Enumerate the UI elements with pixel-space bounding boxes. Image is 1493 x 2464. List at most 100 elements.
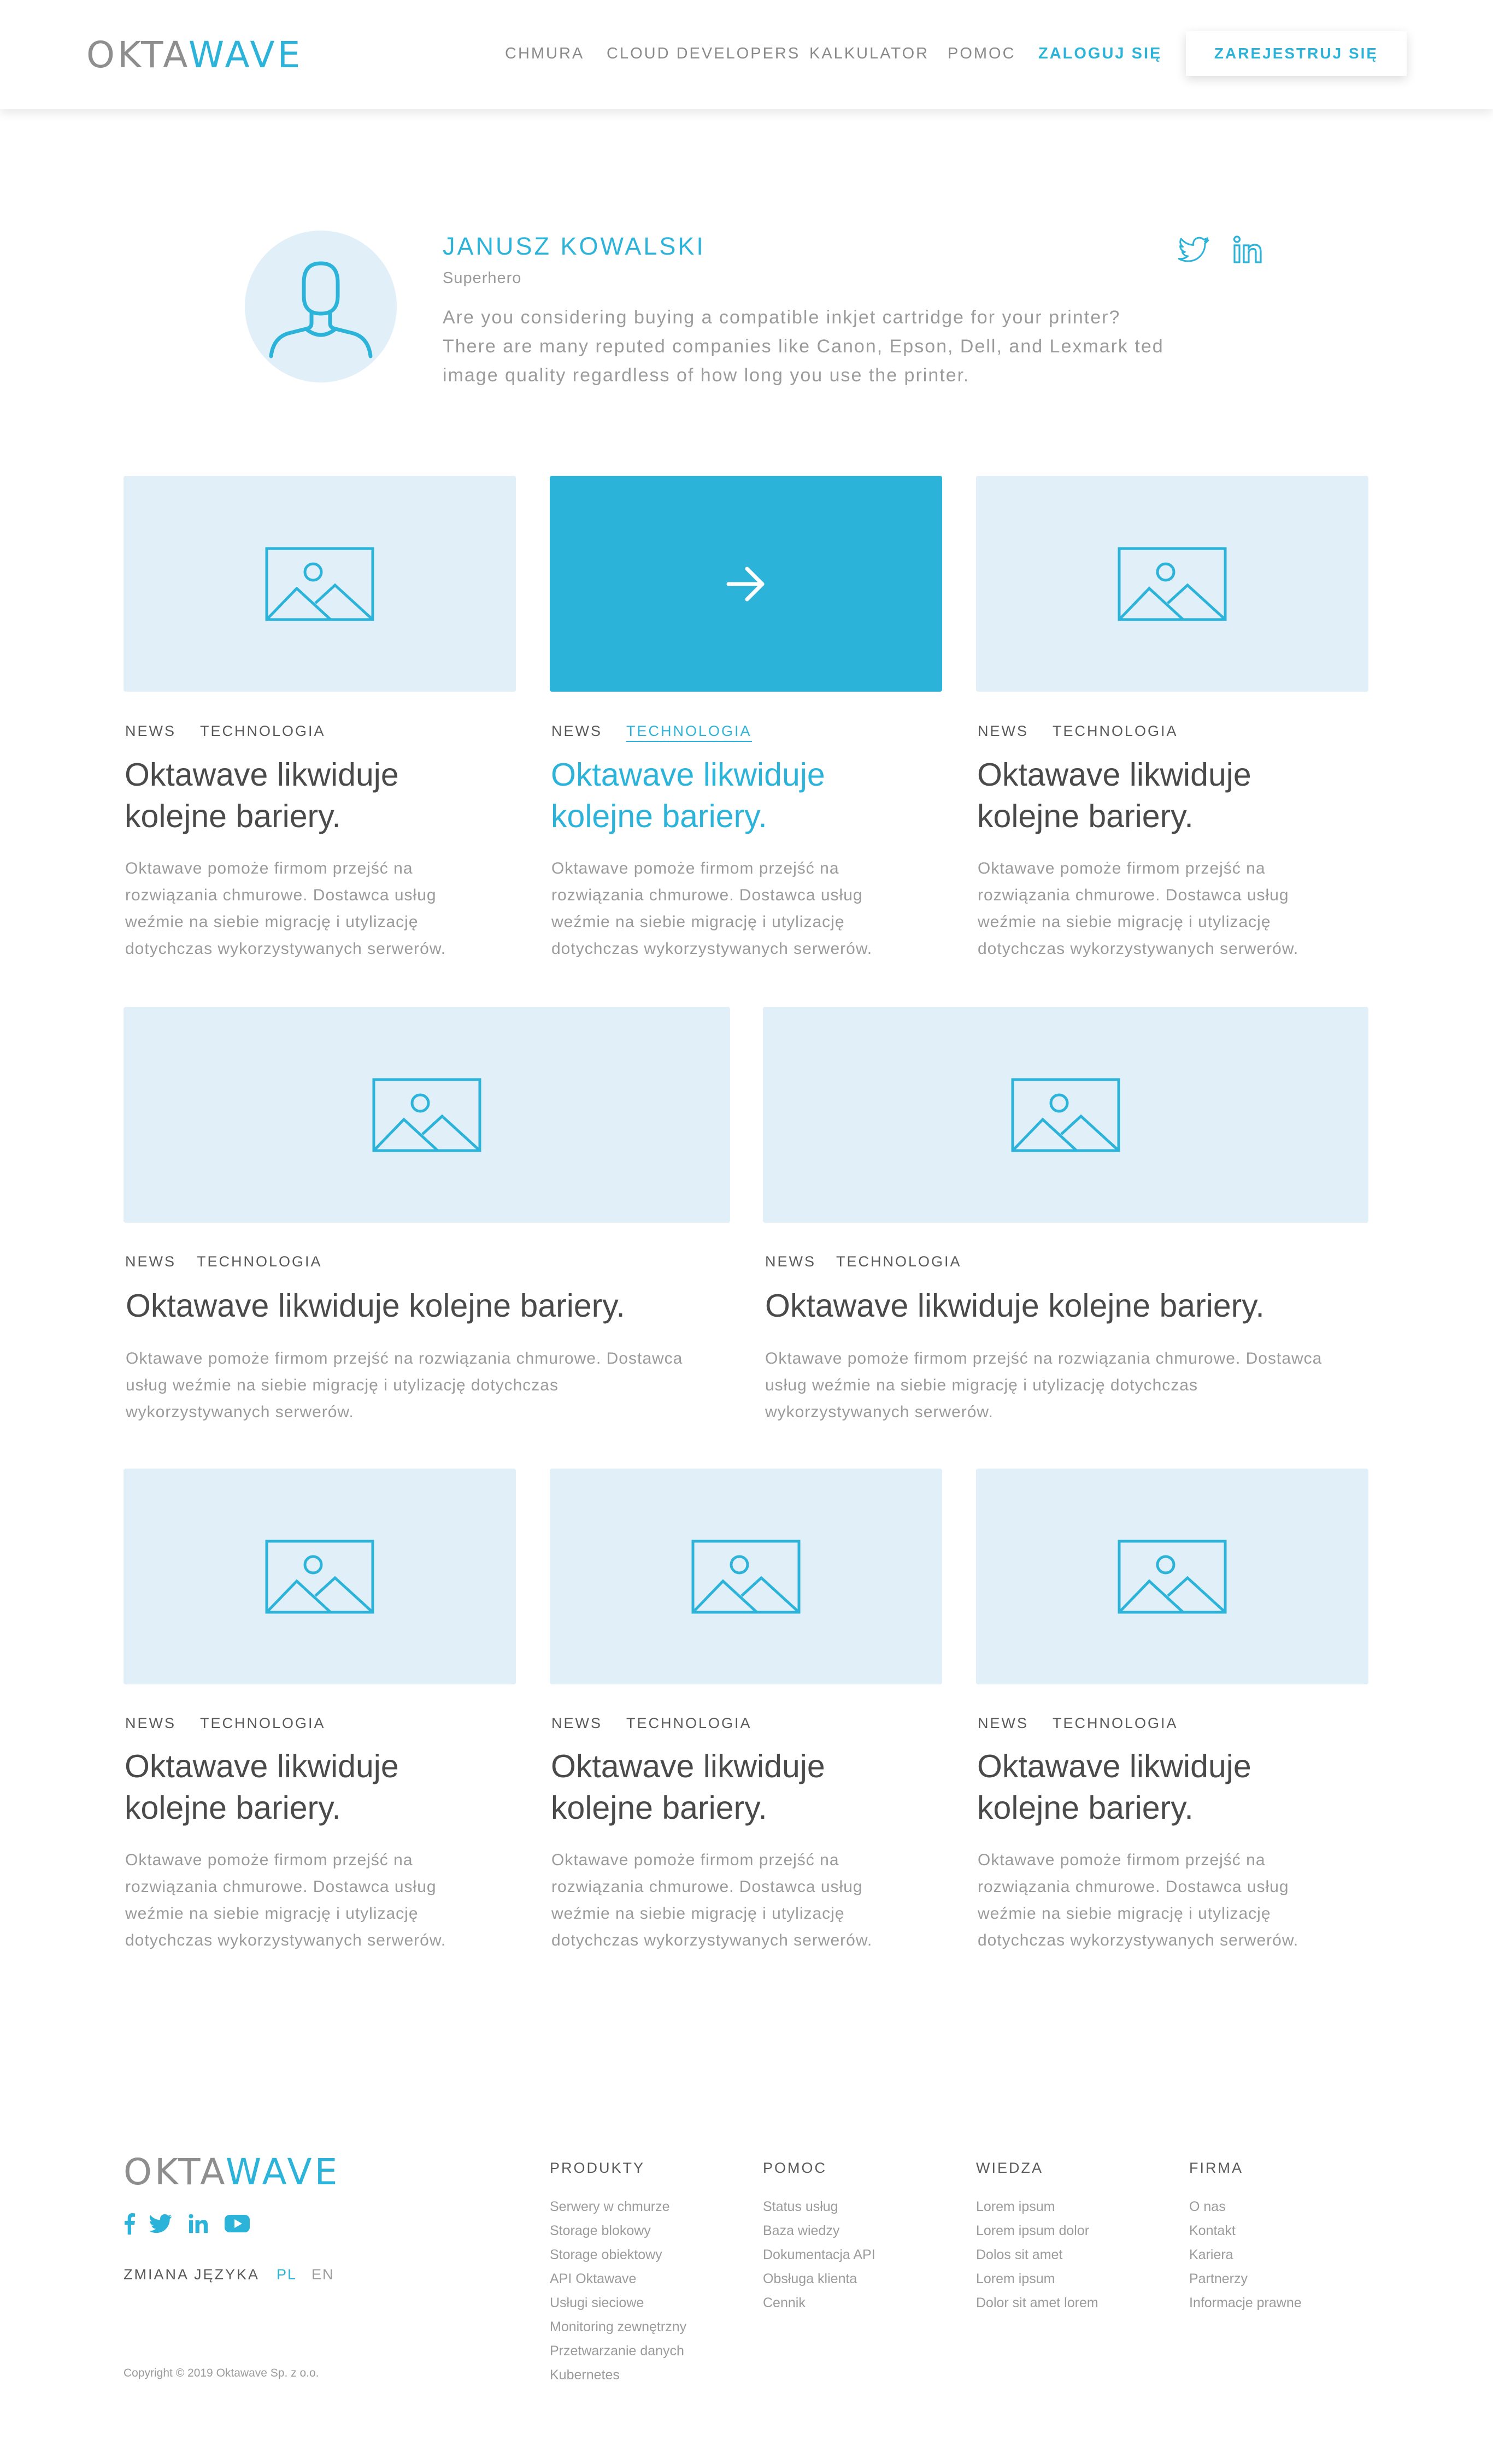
- footer-link[interactable]: Lorem ipsum dolor: [976, 2223, 1089, 2239]
- footer-link[interactable]: Usługi sieciowe: [550, 2295, 644, 2311]
- twitter-icon[interactable]: [149, 2213, 173, 2235]
- card-title[interactable]: Oktawave likwiduje kolejne bariery.: [125, 754, 518, 837]
- language-option-pl[interactable]: PL: [277, 2266, 297, 2283]
- footer-link[interactable]: Storage obiektowy: [550, 2247, 662, 2263]
- facebook-icon[interactable]: [124, 2213, 136, 2235]
- tag-news[interactable]: NEWS: [978, 723, 1028, 740]
- card-image[interactable]: [550, 1469, 942, 1684]
- nav-item-kalkulator[interactable]: KALKULATOR: [809, 45, 929, 63]
- card-excerpt: Oktawave pomoże firmom przejść na rozwiąz…: [125, 1851, 446, 1949]
- card-excerpt: Oktawave pomoże firmom przejść na rozwiąz…: [125, 859, 446, 958]
- footer-link[interactable]: Kariera: [1189, 2247, 1233, 2263]
- footer-link[interactable]: Status usług: [763, 2199, 838, 2215]
- card-excerpt: Oktawave pomoże firmom przejść na rozwiąz…: [978, 1851, 1299, 1949]
- card-image[interactable]: [976, 1469, 1368, 1684]
- card-image-hovered[interactable]: [550, 476, 942, 692]
- tag-news[interactable]: NEWS: [551, 723, 602, 740]
- tag-news[interactable]: NEWS: [765, 1253, 816, 1270]
- footer-link[interactable]: Dolor sit amet lorem: [976, 2295, 1098, 2311]
- footer-link[interactable]: O nas: [1189, 2199, 1226, 2215]
- site-header: OKTAWAVE CHMURA CLOUD DEVELOPERS KALKULA…: [0, 0, 1493, 109]
- bio-line: Are you considering buying a compatible …: [443, 307, 1121, 328]
- login-link[interactable]: ZALOGUJ SIĘ: [1038, 45, 1162, 63]
- card-title[interactable]: Oktawave likwiduje kolejne bariery.: [977, 754, 1371, 837]
- card-image[interactable]: [124, 1007, 730, 1223]
- card-title[interactable]: Oktawave likwiduje kolejne bariery.: [125, 1746, 518, 1829]
- card-title[interactable]: Oktawave likwiduje kolejne bariery.: [977, 1746, 1371, 1829]
- twitter-icon[interactable]: [1178, 234, 1211, 267]
- tag-news[interactable]: NEWS: [978, 1715, 1028, 1732]
- oktawave-logo[interactable]: OKTAWAVE: [86, 37, 303, 73]
- bio-line: There are many reputed companies like Ca…: [443, 336, 1164, 357]
- card-title[interactable]: Oktawave likwiduje kolejne bariery.: [765, 1285, 1372, 1327]
- card-excerpt: Oktawave pomoże firmom przejść na rozwią…: [126, 1349, 683, 1421]
- card-excerpt: Oktawave pomoże firmom przejść na rozwiąz…: [551, 859, 873, 958]
- tag-technologia[interactable]: TECHNOLOGIA: [836, 1253, 962, 1270]
- card-image[interactable]: [763, 1007, 1368, 1223]
- card-image[interactable]: [124, 476, 516, 692]
- footer-link[interactable]: Lorem ipsum: [976, 2199, 1055, 2215]
- author-bio: Are you considering buying a compatible …: [443, 303, 1251, 390]
- author-role: Superhero: [443, 269, 522, 287]
- register-button[interactable]: ZAREJESTRUJ SIĘ: [1186, 31, 1407, 76]
- linkedin-icon[interactable]: [189, 2213, 208, 2235]
- tag-news[interactable]: NEWS: [125, 1253, 176, 1270]
- footer-link[interactable]: Kontakt: [1189, 2223, 1236, 2239]
- tag-technologia[interactable]: TECHNOLOGIA: [200, 723, 326, 740]
- tag-technologia[interactable]: TECHNOLOGIA: [200, 1715, 326, 1732]
- tag-news[interactable]: NEWS: [125, 723, 176, 740]
- footer-link[interactable]: Storage blokowy: [550, 2223, 651, 2239]
- footer-link[interactable]: Obsługa klienta: [763, 2271, 857, 2287]
- card-image[interactable]: [976, 476, 1368, 692]
- footer-column-title-pomoc: POMOC: [763, 2160, 827, 2176]
- copyright: Copyright © 2019 Oktawave Sp. z o.o.: [124, 2367, 319, 2379]
- footer-link[interactable]: Informacje prawne: [1189, 2295, 1302, 2311]
- card-excerpt: Oktawave pomoże firmom przejść na rozwią…: [765, 1349, 1322, 1421]
- footer-link[interactable]: Przetwarzanie danych: [550, 2343, 684, 2359]
- image-placeholder-icon: [265, 547, 374, 621]
- footer-link[interactable]: Dokumentacja API: [763, 2247, 875, 2263]
- card-title[interactable]: Oktawave likwiduje kolejne bariery.: [126, 1285, 732, 1327]
- language-option-en[interactable]: EN: [311, 2266, 334, 2283]
- footer-column-title-produkty: PRODUKTY: [550, 2160, 645, 2176]
- tag-technologia[interactable]: TECHNOLOGIA: [1053, 1715, 1178, 1732]
- image-placeholder-icon: [1118, 547, 1227, 621]
- footer-link[interactable]: Baza wiedzy: [763, 2223, 839, 2239]
- footer-link[interactable]: Serwery w chmurze: [550, 2199, 670, 2215]
- image-placeholder-icon: [1118, 1540, 1227, 1614]
- footer-link[interactable]: Cennik: [763, 2295, 806, 2311]
- tag-technologia[interactable]: TECHNOLOGIA: [1053, 723, 1178, 740]
- footer-link[interactable]: Lorem ipsum: [976, 2271, 1055, 2287]
- tag-technologia[interactable]: TECHNOLOGIA: [197, 1253, 322, 1270]
- tag-technologia[interactable]: TECHNOLOGIA: [626, 723, 752, 742]
- footer-link[interactable]: API Oktawave: [550, 2271, 636, 2287]
- youtube-icon[interactable]: [224, 2213, 250, 2235]
- card-image[interactable]: [124, 1469, 516, 1684]
- tag-technologia[interactable]: TECHNOLOGIA: [626, 1715, 752, 1732]
- card-title[interactable]: Oktawave likwiduje kolejne bariery.: [551, 1746, 944, 1829]
- tag-news[interactable]: NEWS: [551, 1715, 602, 1732]
- bio-line: image quality regardless of how long you…: [443, 365, 970, 386]
- author-avatar: [245, 231, 397, 382]
- nav-item-cloud-developers[interactable]: CLOUD DEVELOPERS: [607, 45, 800, 63]
- oktawave-logo[interactable]: OKTAWAVE: [124, 2154, 340, 2190]
- nav-item-pomoc[interactable]: POMOC: [948, 45, 1016, 63]
- image-placeholder-icon: [372, 1078, 481, 1152]
- image-placeholder-icon: [1011, 1078, 1120, 1152]
- nav-item-chmura[interactable]: CHMURA: [505, 45, 584, 63]
- card-excerpt: Oktawave pomoże firmom przejść na rozwiąz…: [551, 1851, 873, 1949]
- footer-link[interactable]: Monitoring zewnętrzny: [550, 2319, 686, 2335]
- card-title[interactable]: Oktawave likwiduje kolejne bariery.: [551, 754, 944, 837]
- image-placeholder-icon: [265, 1540, 374, 1614]
- author-name: JANUSZ KOWALSKI: [443, 232, 706, 260]
- footer-link[interactable]: Dolos sit amet: [976, 2247, 1062, 2263]
- arrow-right-icon: [726, 567, 765, 602]
- footer-column-title-firma: FIRMA: [1189, 2160, 1243, 2176]
- footer-link[interactable]: Partnerzy: [1189, 2271, 1248, 2287]
- language-label: ZMIANA JĘZYKA: [124, 2266, 260, 2283]
- linkedin-icon[interactable]: [1232, 234, 1265, 267]
- footer-column-title-wiedza: WIEDZA: [976, 2160, 1043, 2176]
- card-excerpt: Oktawave pomoże firmom przejść na rozwiąz…: [978, 859, 1299, 958]
- tag-news[interactable]: NEWS: [125, 1715, 176, 1732]
- footer-link[interactable]: Kubernetes: [550, 2367, 620, 2383]
